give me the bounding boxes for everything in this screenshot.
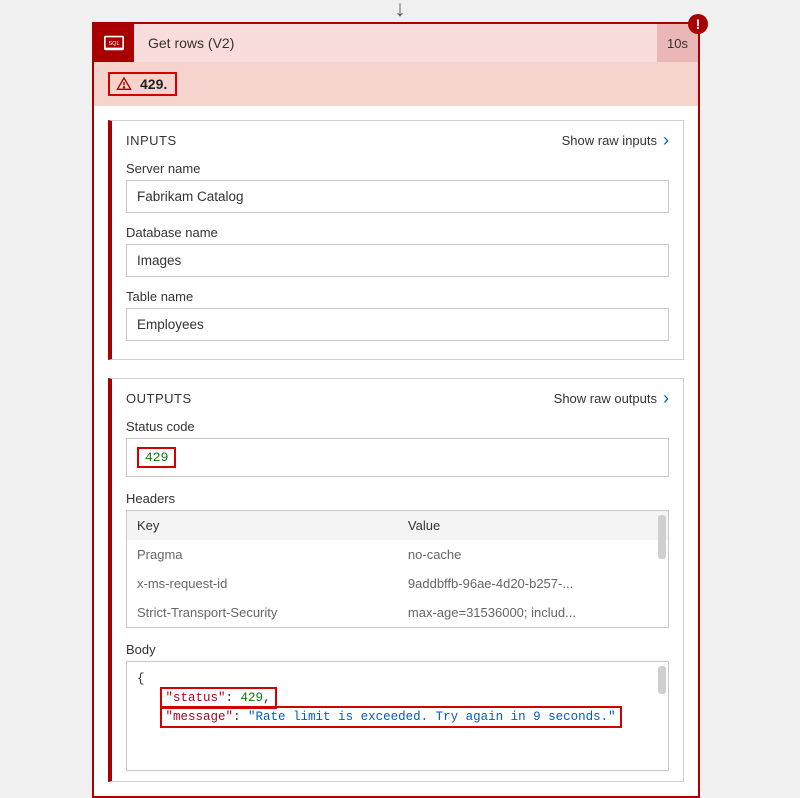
status-code-box[interactable]: 429 bbox=[126, 438, 669, 477]
inputs-section: INPUTS Show raw inputs › Server name Fab… bbox=[108, 120, 684, 360]
status-code-value: 429 bbox=[137, 447, 176, 468]
table-row: Pragma no-cache bbox=[127, 540, 668, 569]
warning-triangle-icon bbox=[116, 76, 132, 92]
server-name-value[interactable]: Fabrikam Catalog bbox=[126, 180, 669, 213]
table-row: x-ms-request-id 9addbffb-96ae-4d20-b257-… bbox=[127, 569, 668, 598]
arrow-down-icon: ↓ bbox=[395, 0, 406, 22]
table-row: Strict-Transport-Security max-age=315360… bbox=[127, 598, 668, 627]
headers-col-value: Value bbox=[408, 518, 658, 533]
body-json-box[interactable]: { "status": 429, "message": "Rate limit … bbox=[126, 661, 669, 771]
status-code-field: Status code 429 bbox=[112, 415, 683, 485]
error-code-text: 429. bbox=[140, 76, 167, 92]
chevron-right-icon: › bbox=[663, 131, 669, 149]
action-card: SQL Get rows (V2) 10s ! 429. INPUTS Show… bbox=[92, 22, 700, 798]
headers-label: Headers bbox=[112, 485, 683, 510]
database-name-label: Database name bbox=[126, 225, 669, 240]
table-name-label: Table name bbox=[126, 289, 669, 304]
chevron-right-icon: › bbox=[663, 389, 669, 407]
card-title: Get rows (V2) bbox=[134, 35, 657, 51]
status-code-label: Status code bbox=[126, 419, 669, 434]
error-code-highlight: 429. bbox=[108, 72, 177, 96]
show-raw-inputs-link[interactable]: Show raw inputs › bbox=[562, 131, 669, 149]
inputs-title: INPUTS bbox=[126, 133, 177, 148]
body-label: Body bbox=[112, 636, 683, 661]
outputs-section: OUTPUTS Show raw outputs › Status code 4… bbox=[108, 378, 684, 782]
table-name-value[interactable]: Employees bbox=[126, 308, 669, 341]
sql-icon: SQL bbox=[94, 24, 134, 62]
headers-table[interactable]: Key Value Pragma no-cache x-ms-request-i… bbox=[126, 510, 669, 628]
database-name-field: Database name Images bbox=[112, 221, 683, 285]
table-name-field: Table name Employees bbox=[112, 285, 683, 349]
outputs-title: OUTPUTS bbox=[126, 391, 192, 406]
show-raw-outputs-link[interactable]: Show raw outputs › bbox=[554, 389, 669, 407]
database-name-value[interactable]: Images bbox=[126, 244, 669, 277]
svg-text:SQL: SQL bbox=[109, 41, 120, 47]
headers-table-head: Key Value bbox=[127, 511, 668, 540]
server-name-field: Server name Fabrikam Catalog bbox=[112, 157, 683, 221]
error-badge-icon: ! bbox=[688, 14, 708, 34]
error-banner: 429. bbox=[94, 62, 698, 106]
card-header[interactable]: SQL Get rows (V2) 10s ! bbox=[94, 24, 698, 62]
headers-col-key: Key bbox=[137, 518, 408, 533]
scrollbar-vertical[interactable] bbox=[658, 666, 666, 694]
scrollbar-vertical[interactable] bbox=[658, 515, 666, 559]
server-name-label: Server name bbox=[126, 161, 669, 176]
